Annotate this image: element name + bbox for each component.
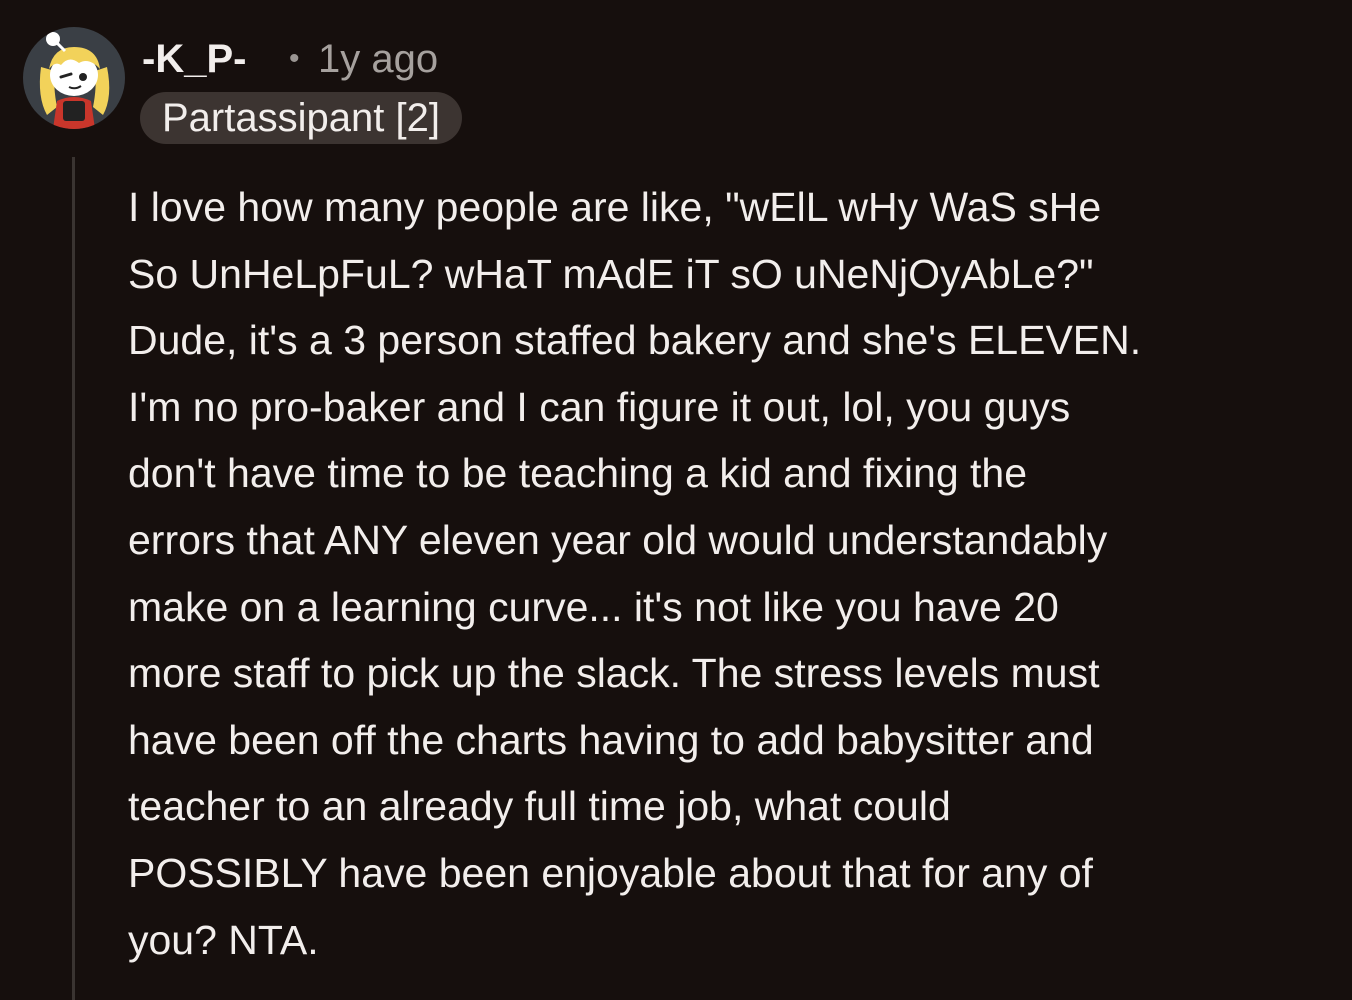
- comment-text-line: errors that ANY eleven year old would un…: [128, 516, 1108, 563]
- comment-body: I love how many people are like, "wElL w…: [128, 174, 1343, 973]
- comment-text-line: So UnHeLpFuL? wHaT mAdE iT sO uNeNjOyAbL…: [128, 250, 1094, 297]
- comment-text-line: POSSIBLY have been enjoyable about that …: [128, 849, 1093, 896]
- comment-text-line: I'm no pro-baker and I can figure it out…: [128, 383, 1071, 430]
- meta-separator: •: [289, 42, 300, 75]
- comment-text-line: don't have time to be teaching a kid and…: [128, 450, 1028, 497]
- comment-text-line: have been off the charts having to add b…: [128, 716, 1094, 763]
- comment-text-line: more staff to pick up the slack. The str…: [128, 650, 1100, 697]
- comment-text-line: Dude, it's a 3 person staffed bakery and…: [128, 317, 1142, 364]
- comment-timestamp[interactable]: 1y ago: [318, 36, 438, 82]
- user-flair-badge: Partassipant [2]: [140, 92, 462, 144]
- comment-text-line: make on a learning curve... it's not lik…: [128, 583, 1059, 630]
- comment-author-username[interactable]: -K_P-: [142, 36, 246, 82]
- snoo-avatar-icon: [39, 32, 110, 129]
- user-avatar[interactable]: [23, 27, 125, 129]
- comment-text-line: I love how many people are like, "wElL w…: [128, 184, 1102, 230]
- comment-text-line: you? NTA.: [128, 916, 319, 963]
- thread-collapse-line[interactable]: [72, 157, 75, 1000]
- comment-text-line: teacher to an already full time job, wha…: [128, 783, 951, 830]
